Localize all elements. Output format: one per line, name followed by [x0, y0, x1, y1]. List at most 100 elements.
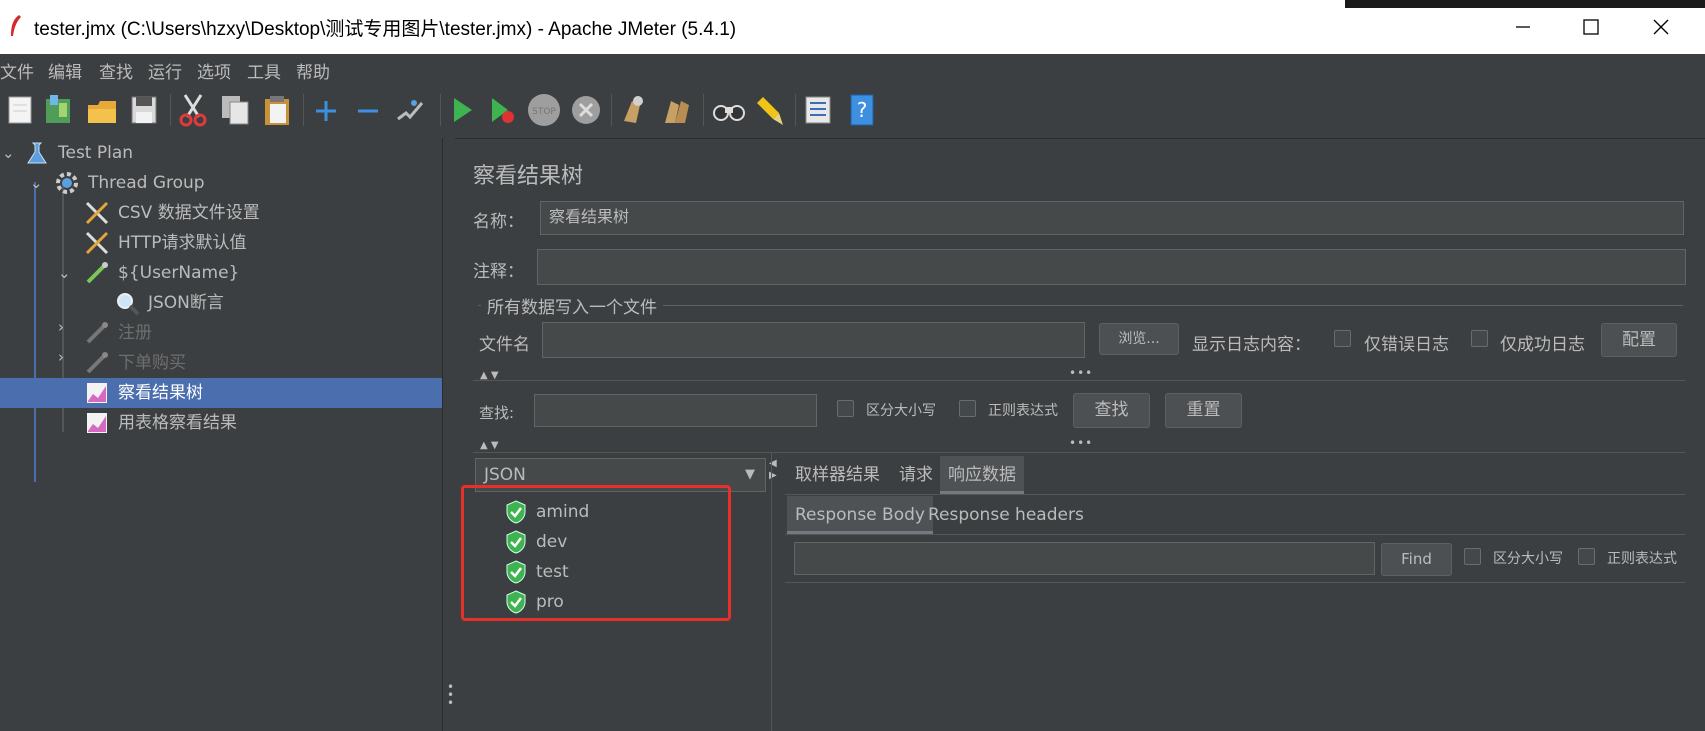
find-regex-checkbox[interactable] [1578, 548, 1595, 565]
divider-line [473, 452, 1685, 453]
toolbar: STOP ? [0, 84, 1705, 139]
browse-button[interactable]: 浏览... [1099, 323, 1179, 355]
collapse-icon[interactable] [352, 93, 384, 127]
menu-edit[interactable]: 编辑 [48, 58, 82, 83]
search-field[interactable] [534, 394, 817, 427]
divider-grip-icon[interactable]: ••• [1069, 436, 1093, 450]
start-icon[interactable] [446, 93, 478, 127]
background-strip [1345, 0, 1705, 8]
svg-text:STOP: STOP [532, 107, 556, 117]
copy-icon[interactable] [219, 93, 251, 127]
filename-field[interactable] [542, 322, 1085, 358]
tree-node-register[interactable]: 注册 [118, 318, 152, 348]
tree-node-table-results[interactable]: 用表格察看结果 [118, 408, 237, 438]
chevron-down-icon[interactable]: ⌄ [30, 174, 43, 192]
open-icon[interactable] [86, 93, 118, 127]
menu-help[interactable]: 帮助 [296, 58, 330, 83]
comment-label: 注释： [473, 262, 524, 282]
tab-sampler-result[interactable]: 取样器结果 [787, 456, 888, 494]
pipette-icon [86, 322, 108, 344]
regex-checkbox[interactable] [959, 400, 976, 417]
chevron-down-icon[interactable]: ⌄ [58, 264, 71, 282]
clear-all-icon[interactable] [661, 93, 693, 127]
help-icon[interactable]: ? [846, 93, 878, 127]
save-icon[interactable] [128, 93, 160, 127]
reset-search-icon[interactable] [753, 93, 785, 127]
tree-node-http-defaults[interactable]: HTTP请求默认值 [118, 228, 247, 258]
tree-node-csv[interactable]: CSV 数据文件设置 [118, 198, 260, 228]
menu-run[interactable]: 运行 [148, 58, 182, 83]
find-case-checkbox[interactable] [1464, 548, 1481, 565]
cut-icon[interactable] [177, 93, 209, 127]
search-label: 查找: [479, 404, 515, 422]
templates-icon[interactable] [42, 93, 74, 127]
window-title: tester.jmx (C:\Users\hzxy\Desktop\测试专用图片… [34, 19, 737, 40]
chevron-down-icon: ▼ [745, 467, 755, 482]
tree-node-test-plan[interactable]: Test Plan [58, 138, 133, 168]
paste-icon[interactable] [261, 93, 293, 127]
close-icon[interactable] [1638, 10, 1684, 44]
expand-icon[interactable] [310, 93, 342, 127]
menu-search[interactable]: 查找 [99, 58, 133, 83]
tree-node-results-tree[interactable]: 察看结果树 [118, 378, 203, 408]
tree-node-results-tree-row[interactable] [0, 378, 442, 408]
new-icon[interactable] [4, 93, 36, 127]
chevron-right-icon[interactable]: › [58, 348, 64, 366]
case-sensitive-checkbox[interactable] [837, 400, 854, 417]
toolbar-separator [303, 94, 304, 126]
test-plan-tree: ⌄ Test Plan ⌄ Thread Group CSV 数据文件设置 HT… [0, 138, 443, 731]
errors-only-label: 仅错误日志 [1364, 335, 1449, 355]
pipette-icon [86, 262, 108, 284]
toolbar-separator [440, 94, 441, 126]
find-field[interactable] [794, 542, 1375, 575]
menu-options[interactable]: 选项 [197, 58, 231, 83]
split-pane-divider[interactable]: • • • [443, 138, 455, 731]
subtab-response-headers[interactable]: Response headers [920, 496, 1092, 534]
success-only-checkbox[interactable] [1471, 330, 1488, 347]
chart-icon [87, 383, 107, 403]
jmeter-feather-icon [11, 15, 21, 36]
subtab-divider [785, 534, 1685, 535]
chevron-right-icon[interactable]: › [58, 318, 64, 336]
configure-button[interactable]: 配置 [1601, 323, 1677, 357]
clear-icon[interactable] [618, 93, 650, 127]
results-splitter[interactable] [771, 452, 772, 731]
find-button[interactable]: Find [1381, 543, 1452, 576]
function-helper-icon[interactable] [802, 93, 834, 127]
toolbar-separator [611, 94, 612, 126]
menu-tools[interactable]: 工具 [247, 58, 281, 83]
search-button[interactable]: 查找 [1073, 393, 1150, 428]
tree-node-order[interactable]: 下单购买 [118, 348, 186, 378]
tools-icon [85, 201, 109, 225]
reset-button[interactable]: 重置 [1165, 393, 1242, 428]
start-no-pauses-icon[interactable] [486, 93, 518, 127]
toolbar-separator [703, 94, 704, 126]
name-field[interactable]: 察看结果树 [540, 201, 1684, 235]
svg-text:?: ? [857, 98, 868, 122]
log-content-label: 显示日志内容： [1192, 335, 1311, 355]
tree-node-thread-group[interactable]: Thread Group [88, 168, 205, 198]
find-regex-label: 正则表达式 [1607, 551, 1677, 567]
tab-request[interactable]: 请求 [891, 456, 941, 494]
tab-response-data[interactable]: 响应数据 [940, 456, 1024, 494]
tree-node-username[interactable]: ${UserName} [118, 258, 239, 288]
subtab-response-body[interactable]: Response Body [787, 496, 933, 534]
shutdown-icon[interactable] [570, 93, 602, 127]
comment-field[interactable] [537, 249, 1686, 285]
menu-file[interactable]: 文件 [0, 58, 34, 83]
toggle-icon[interactable] [394, 93, 426, 127]
success-only-label: 仅成功日志 [1500, 335, 1585, 355]
maximize-icon[interactable] [1568, 10, 1614, 44]
chevron-down-icon[interactable]: ⌄ [2, 144, 15, 162]
pipette-icon [86, 352, 108, 374]
window-title-bar: tester.jmx (C:\Users\hzxy\Desktop\测试专用图片… [0, 0, 1705, 54]
collapse-arrows-icon[interactable]: ▲ ▼ [480, 440, 499, 451]
name-label: 名称： [473, 212, 524, 232]
errors-only-checkbox[interactable] [1334, 330, 1351, 347]
stop-icon[interactable]: STOP [526, 93, 562, 127]
tree-node-json-assertion[interactable]: JSON断言 [148, 288, 224, 318]
search-icon[interactable] [711, 93, 747, 127]
divider-grip-icon[interactable]: ••• [1069, 366, 1093, 380]
flask-icon [27, 142, 47, 164]
minimize-icon[interactable] [1500, 10, 1546, 44]
